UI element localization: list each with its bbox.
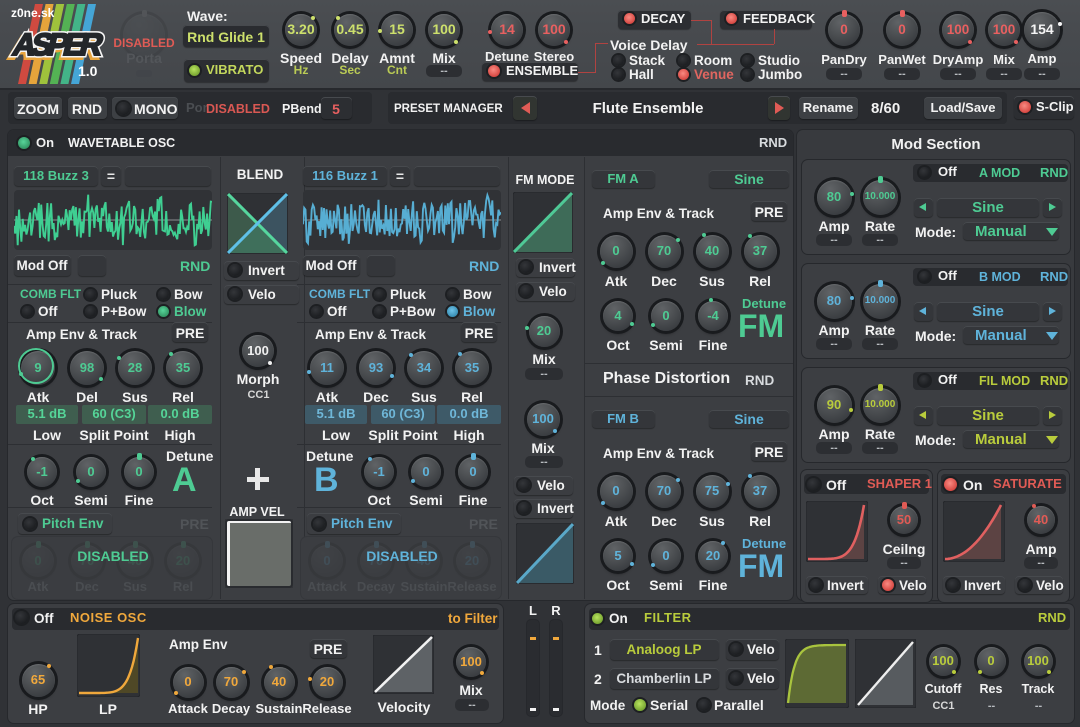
svg-text:z0ne.sk: z0ne.sk	[11, 6, 55, 20]
